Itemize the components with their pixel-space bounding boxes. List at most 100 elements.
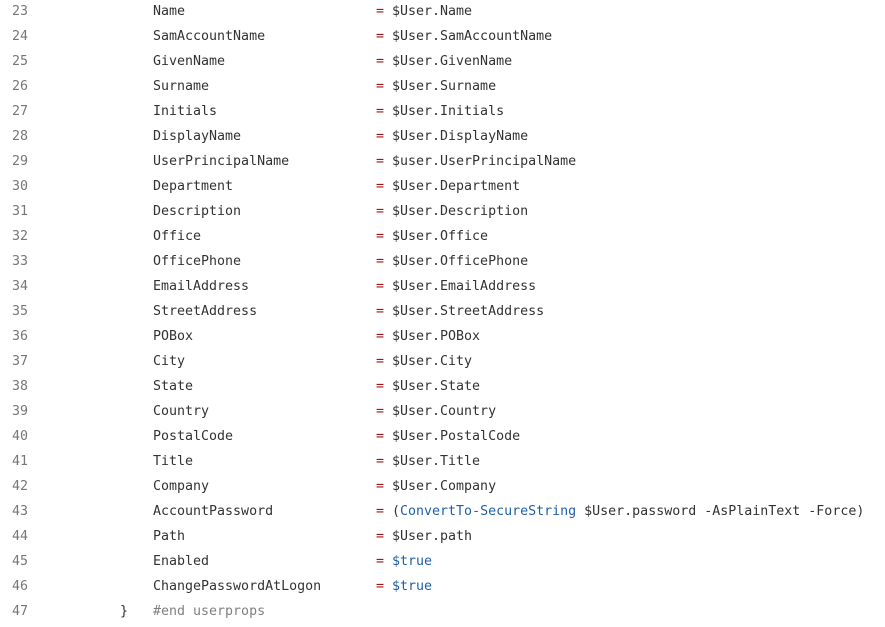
- property-name: City: [153, 354, 186, 369]
- closing-brace: }: [120, 604, 129, 619]
- property-value: $User.Initials: [392, 104, 505, 119]
- assignment-operator: =: [376, 204, 385, 219]
- line-number: 37: [12, 354, 29, 369]
- line-number: 23: [12, 4, 29, 19]
- property-value: $User.Department: [392, 179, 521, 194]
- property-name: AccountPassword: [153, 504, 274, 519]
- line-number: 44: [12, 529, 29, 544]
- code-line: 43 AccountPassword = (ConvertTo-SecureStrin…: [0, 499, 885, 524]
- code-line: 38 State = $User.State: [0, 374, 885, 399]
- code-line: 23 Name = $User.Name: [0, 0, 885, 24]
- assignment-operator: =: [376, 454, 385, 469]
- line-number: 38: [12, 379, 29, 394]
- property-name: GivenName: [153, 54, 226, 69]
- line-number: 39: [12, 404, 29, 419]
- property-name: Department: [153, 179, 234, 194]
- property-value: $User.Name: [392, 4, 473, 19]
- property-name: SamAccountName: [153, 29, 266, 44]
- line-number: 32: [12, 229, 29, 244]
- assignment-operator: =: [376, 579, 385, 594]
- assignment-operator: =: [376, 29, 385, 44]
- code-line: 44 Path = $User.path: [0, 524, 885, 549]
- assignment-operator: =: [376, 529, 385, 544]
- code-line: 35 StreetAddress = $User.StreetAddress: [0, 299, 885, 324]
- code-comment: #end userprops: [153, 604, 266, 619]
- property-name: Surname: [153, 79, 210, 94]
- property-value: $true: [392, 554, 433, 569]
- property-name: Company: [153, 479, 210, 494]
- line-number: 34: [12, 279, 29, 294]
- property-value: $user.UserPrincipalName: [392, 154, 577, 169]
- line-number: 40: [12, 429, 29, 444]
- property-name: State: [153, 379, 194, 394]
- line-number: 26: [12, 79, 29, 94]
- line-number: 41: [12, 454, 29, 469]
- line-number: 46: [12, 579, 29, 594]
- code-line: 40 PostalCode = $User.PostalCode: [0, 424, 885, 449]
- property-name: Enabled: [153, 554, 210, 569]
- code-line: 34 EmailAddress = $User.EmailAddress: [0, 274, 885, 299]
- property-value: $User.Surname: [392, 79, 497, 94]
- property-value: $User.POBox: [392, 329, 481, 344]
- property-value: $User.path: [392, 529, 473, 544]
- property-value: (ConvertTo-SecureString $User.password -…: [392, 499, 864, 524]
- assignment-operator: =: [376, 54, 385, 69]
- property-value: $User.State: [392, 379, 481, 394]
- code-line: 31 Description = $User.Description: [0, 199, 885, 224]
- line-number: 45: [12, 554, 29, 569]
- code-line: 25 GivenName = $User.GivenName: [0, 49, 885, 74]
- assignment-operator: =: [376, 554, 385, 569]
- property-name: Office: [153, 229, 202, 244]
- property-name: ChangePasswordAtLogon: [153, 579, 322, 594]
- property-value: $User.Company: [392, 479, 497, 494]
- code-line: 42 Company = $User.Company: [0, 474, 885, 499]
- line-number: 24: [12, 29, 29, 44]
- code-line: 26 Surname = $User.Surname: [0, 74, 885, 99]
- assignment-operator: =: [376, 304, 385, 319]
- code-line: 27 Initials = $User.Initials: [0, 99, 885, 124]
- property-value: $User.PostalCode: [392, 429, 521, 444]
- assignment-operator: =: [376, 354, 385, 369]
- code-line: 24 SamAccountName = $User.SamAccountName: [0, 24, 885, 49]
- value-text: (: [392, 504, 401, 519]
- property-name: Country: [153, 404, 210, 419]
- property-value: $User.SamAccountName: [392, 29, 553, 44]
- assignment-operator: =: [376, 79, 385, 94]
- property-value: $User.Title: [392, 454, 481, 469]
- property-name: Name: [153, 4, 186, 19]
- code-line: 32 Office = $User.Office: [0, 224, 885, 249]
- code-line: 37 City = $User.City: [0, 349, 885, 374]
- property-value: $User.EmailAddress: [392, 279, 537, 294]
- property-name: EmailAddress: [153, 279, 250, 294]
- property-value: $User.StreetAddress: [392, 304, 545, 319]
- assignment-operator: =: [376, 4, 385, 19]
- line-number: 43: [12, 504, 29, 519]
- code-line: 30 Department = $User.Department: [0, 174, 885, 199]
- code-line: 39 Country = $User.Country: [0, 399, 885, 424]
- assignment-operator: =: [376, 379, 385, 394]
- line-number: 31: [12, 204, 29, 219]
- code-line: 47} #end userprops: [0, 599, 885, 624]
- code-line: 36 POBox = $User.POBox: [0, 324, 885, 349]
- property-value: $User.City: [392, 354, 473, 369]
- code-line: 33 OfficePhone = $User.OfficePhone: [0, 249, 885, 274]
- property-name: Initials: [153, 104, 218, 119]
- assignment-operator: =: [376, 179, 385, 194]
- assignment-operator: =: [376, 504, 385, 519]
- property-name: Title: [153, 454, 194, 469]
- property-name: Path: [153, 529, 186, 544]
- line-number: 36: [12, 329, 29, 344]
- assignment-operator: =: [376, 279, 385, 294]
- assignment-operator: =: [376, 429, 385, 444]
- line-number: 30: [12, 179, 29, 194]
- property-name: PostalCode: [153, 429, 234, 444]
- property-value: $User.Office: [392, 229, 489, 244]
- property-name: StreetAddress: [153, 304, 258, 319]
- line-number: 47: [12, 604, 29, 619]
- cmdlet-name: ConvertTo-SecureString: [400, 504, 577, 519]
- property-value: $User.OfficePhone: [392, 254, 529, 269]
- line-number: 27: [12, 104, 29, 119]
- assignment-operator: =: [376, 479, 385, 494]
- line-number: 35: [12, 304, 29, 319]
- value-text: $User.password -AsPlainText -Force): [576, 504, 865, 519]
